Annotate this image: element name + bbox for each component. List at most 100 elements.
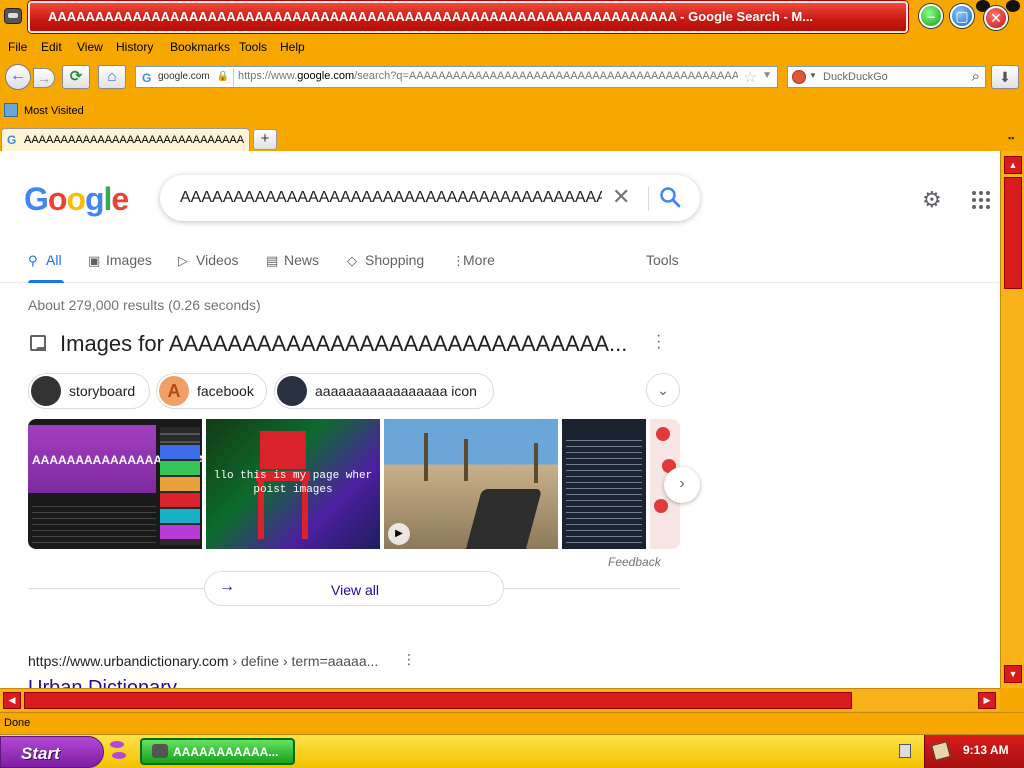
palm-tree-shape [464,439,468,481]
scroll-left-button[interactable]: ◀ [3,692,21,709]
home-icon: ⌂ [107,68,117,85]
tab-news[interactable]: ▤ News [266,252,319,269]
system-clock[interactable]: 9:13 AM [924,735,1024,768]
site-identity-button[interactable]: G google.com 🔒 [138,68,234,86]
images-next-button[interactable]: › [664,467,700,503]
tab-more[interactable]: ⋮More [452,252,495,269]
result-title-link[interactable]: Urban Dictionary [28,677,177,688]
search-submit-icon[interactable] [658,185,682,209]
chips-expand-button[interactable]: ⌄ [646,373,680,407]
settings-gear-icon[interactable]: ⚙ [922,187,942,213]
search-box-divider [648,187,649,211]
scroll-down-button[interactable]: ▼ [1004,665,1022,683]
close-button[interactable]: ✕ [984,6,1008,30]
weapon-shape [465,489,543,549]
minimize-button[interactable]: – [919,4,943,28]
back-button[interactable]: ← [5,64,31,90]
url-bar[interactable]: G google.com 🔒 https://www.google.com/se… [135,66,778,88]
image-result[interactable] [562,419,646,549]
image-result[interactable]: AAAAAAAAAAAAAAAAAAAA [28,419,202,549]
chip-thumbnail [31,376,61,406]
menu-edit[interactable]: Edit [41,40,62,54]
menu-help[interactable]: Help [280,40,305,54]
chevron-right-icon: › [679,475,685,492]
chip-thumbnail [277,376,307,406]
image-overlay-text: llo this is my page wher poist images [213,470,373,496]
lock-icon: 🔒 [216,71,229,82]
duckduckgo-icon[interactable] [792,70,806,84]
plus-icon: + [260,130,270,147]
chip-label: storyboard [69,383,136,399]
google-logo[interactable]: Google [24,181,129,218]
tray-network-icon[interactable] [899,744,911,758]
menu-tools[interactable]: Tools [239,40,267,54]
vertical-scroll-thumb[interactable] [1004,177,1022,289]
chip-facebook[interactable]: A facebook [156,373,267,409]
clear-search-icon[interactable]: ✕ [612,184,630,210]
app-icon[interactable] [4,8,22,24]
logo-letter: G [24,181,49,217]
image-icon [30,335,46,351]
reload-button[interactable]: ⟳ [62,65,90,89]
search-engine-box[interactable]: ▼ DuckDuckGo ⌕ [787,66,986,88]
scroll-right-button[interactable]: ▶ [978,692,996,709]
menu-history[interactable]: History [116,40,153,54]
tools-button[interactable]: Tools [646,252,679,268]
google-apps-grid-icon[interactable] [972,191,990,209]
search-icon: ⚲ [28,253,38,268]
tab-images-label: Images [106,252,152,268]
vertical-scrollbar[interactable]: ▲ ▼ [1000,151,1024,688]
horizontal-scroll-thumb[interactable] [24,692,852,709]
bookmarks-toolbar: Most Visited [0,100,1024,122]
result-url[interactable]: https://www.urbandictionary.com › define… [28,653,378,669]
tab-all[interactable]: ⚲ All [28,252,62,269]
more-options-icon[interactable]: · · · [656,328,661,356]
search-engine-placeholder: DuckDuckGo [823,71,888,83]
images-section-title[interactable]: Images for AAAAAAAAAAAAAAAAAAAAAAAAAAAAA… [60,331,628,357]
url-dropdown-icon[interactable]: ▼ [762,70,772,81]
image-result[interactable]: llo this is my page wher poist images [206,419,380,549]
view-all-button[interactable]: → View all [204,571,504,606]
feedback-link[interactable]: Feedback [608,555,661,569]
chip-storyboard[interactable]: storyboard [28,373,150,409]
palm-tree-shape [534,443,538,483]
image-result[interactable]: ▶ [384,419,558,549]
menu-bookmarks[interactable]: Bookmarks [170,40,230,54]
search-icon[interactable]: ⌕ [972,68,980,85]
home-button[interactable]: ⌂ [98,65,126,89]
maximize-button[interactable]: ▢ [950,4,974,28]
browser-tab[interactable]: G AAAAAAAAAAAAAAAAAAAAAAAAAAAAAAAAAAA... [1,128,250,151]
tab-images[interactable]: ▣ Images [88,252,152,269]
bookmark-most-visited[interactable]: Most Visited [24,105,84,117]
list-all-tabs-icon[interactable]: ▪▪ [1008,133,1018,143]
tab-all-label: All [46,252,62,268]
bookmark-star-icon[interactable]: ☆ [744,68,757,86]
google-search-box[interactable]: AAAAAAAAAAAAAAAAAAAAAAAAAAAAAAAAAAAAAAAA… [160,175,700,221]
downloads-button[interactable]: ⬇ [991,65,1019,89]
menu-view[interactable]: View [77,40,103,54]
url-text[interactable]: https://www.google.com/search?q=AAAAAAAA… [238,70,738,82]
new-tab-button[interactable]: + [253,129,277,150]
search-tabs: ⚲ All ▣ Images ▷ Videos ▤ News ◇ Shopping ⋮Mo… [0,247,1000,283]
start-button[interactable]: Start [0,736,104,768]
tab-videos[interactable]: ▷ Videos [178,252,239,269]
engine-dropdown-icon[interactable]: ▼ [809,71,817,80]
chip-letter-avatar: A [159,376,189,406]
start-decoration-icon [108,741,126,763]
forward-button[interactable]: → [33,68,55,88]
horizontal-scrollbar[interactable]: ◀ ▶ [0,688,1000,711]
red-dot-shape [654,499,668,513]
play-icon[interactable]: ▶ [388,523,410,545]
start-label: Start [21,744,60,763]
result-more-options-icon[interactable]: ⋮ [402,651,416,668]
image-results-strip: AAAAAAAAAAAAAAAAAAAA llo this is my page… [28,419,680,549]
menu-file[interactable]: File [8,40,27,54]
back-arrow-icon: ← [10,67,26,84]
web-page: Google AAAAAAAAAAAAAAAAAAAAAAAAAAAAAAAAA… [0,151,1000,688]
search-query-input[interactable]: AAAAAAAAAAAAAAAAAAAAAAAAAAAAAAAAAAAAAAAA… [180,189,602,207]
taskbar-item-browser[interactable]: AAAAAAAAAAA... [140,738,295,765]
chip-icon[interactable]: aaaaaaaaaaaaaaaaa icon [274,373,494,409]
title-bar: AAAAAAAAAAAAAAAAAAAAAAAAAAAAAAAAAAAAAAAA… [0,0,1024,36]
tab-shopping[interactable]: ◇ Shopping [347,252,424,269]
scroll-up-button[interactable]: ▲ [1004,156,1022,174]
